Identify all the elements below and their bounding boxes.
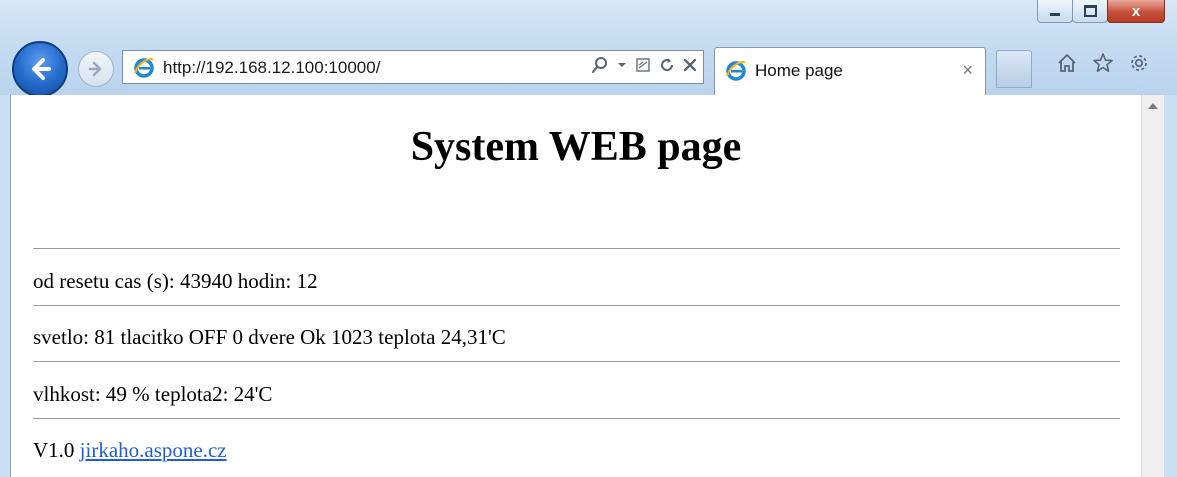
close-icon: x xyxy=(1131,2,1141,20)
browser-toolbar: x http://192.168.12.100:10000/ Home page… xyxy=(0,0,1177,97)
command-icons xyxy=(1056,52,1150,74)
forward-button[interactable] xyxy=(78,51,114,87)
divider xyxy=(33,248,1120,249)
scroll-up-icon[interactable] xyxy=(1148,103,1158,109)
close-window-button[interactable]: x xyxy=(1107,0,1165,23)
refresh-icon[interactable] xyxy=(659,57,675,73)
dropdown-icon[interactable] xyxy=(617,60,627,70)
favorites-icon[interactable] xyxy=(1092,52,1114,74)
address-bar[interactable]: http://192.168.12.100:10000/ xyxy=(122,50,704,84)
address-url[interactable]: http://192.168.12.100:10000/ xyxy=(163,58,380,78)
author-link[interactable]: jirkaho.aspone.cz xyxy=(80,438,227,462)
maximize-button[interactable] xyxy=(1072,0,1108,23)
version-label: V1.0 xyxy=(33,438,75,462)
new-tab-button[interactable] xyxy=(996,50,1032,88)
tab-title: Home page xyxy=(755,61,843,80)
gear-icon[interactable] xyxy=(1128,52,1150,74)
page-viewport: System WEB page od resetu cas (s): 43940… xyxy=(10,95,1141,477)
stop-icon[interactable] xyxy=(683,58,697,72)
page-title: System WEB page xyxy=(410,124,742,170)
ie-icon xyxy=(134,58,154,78)
compat-icon[interactable] xyxy=(635,57,651,73)
home-icon[interactable] xyxy=(1056,52,1078,74)
vertical-scrollbar[interactable] xyxy=(1141,95,1164,477)
sensor-status-line: svetlo: 81 tlacitko OFF 0 dvere Ok 1023 … xyxy=(33,325,506,349)
back-icon xyxy=(32,58,51,80)
divider xyxy=(33,361,1120,362)
divider xyxy=(33,305,1120,306)
maximize-icon xyxy=(1083,5,1097,17)
address-tools xyxy=(591,56,697,74)
minimize-icon xyxy=(1050,12,1060,16)
divider xyxy=(33,418,1120,419)
minimize-button[interactable] xyxy=(1037,0,1073,23)
ie-icon xyxy=(726,61,746,81)
humidity-line: vlhkost: 49 % teplota2: 24'C xyxy=(33,382,273,406)
footer-line: V1.0 jirkaho.aspone.cz xyxy=(33,438,227,463)
reset-time-line: od resetu cas (s): 43940 hodin: 12 xyxy=(33,269,318,293)
window-controls: x xyxy=(1037,0,1165,28)
search-icon[interactable] xyxy=(591,56,609,74)
back-button[interactable] xyxy=(12,41,68,97)
tab-home-page[interactable]: Home page × xyxy=(714,47,986,95)
forward-icon xyxy=(88,61,102,77)
tab-close-icon[interactable]: × xyxy=(962,60,973,81)
